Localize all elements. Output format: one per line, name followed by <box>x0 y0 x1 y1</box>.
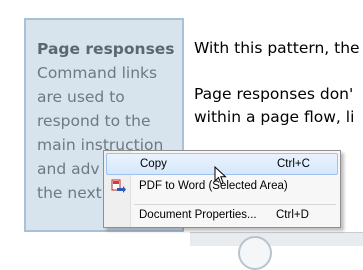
mouse-cursor-icon <box>214 165 228 186</box>
body-text-line: within a page flow, li <box>194 108 355 126</box>
context-menu: Copy Ctrl+C PDF to Word (Selected Area) … <box>103 150 341 228</box>
body-text-line: With this pattern, the <box>194 39 360 57</box>
callout-line: and adv <box>37 160 100 178</box>
menu-item-shortcut: Ctrl+D <box>276 209 309 221</box>
callout-line: are used to <box>37 88 125 106</box>
pdf-to-word-icon <box>111 179 127 195</box>
callout-line: the next <box>37 184 102 202</box>
callout-line: Command links <box>37 64 158 82</box>
body-text-line: Page responses don' <box>194 85 354 103</box>
decorative-circle <box>238 236 272 270</box>
menu-item-shortcut: Ctrl+C <box>277 158 310 170</box>
callout-title: Page responses <box>37 40 175 58</box>
callout-line: respond to the <box>37 112 151 130</box>
page-footer-strip <box>190 232 363 246</box>
menu-item-label: Document Properties... <box>139 209 257 221</box>
menu-item-document-properties[interactable]: Document Properties... Ctrl+D <box>106 206 338 226</box>
menu-item-label: Copy <box>140 158 167 170</box>
menu-separator <box>134 204 336 205</box>
